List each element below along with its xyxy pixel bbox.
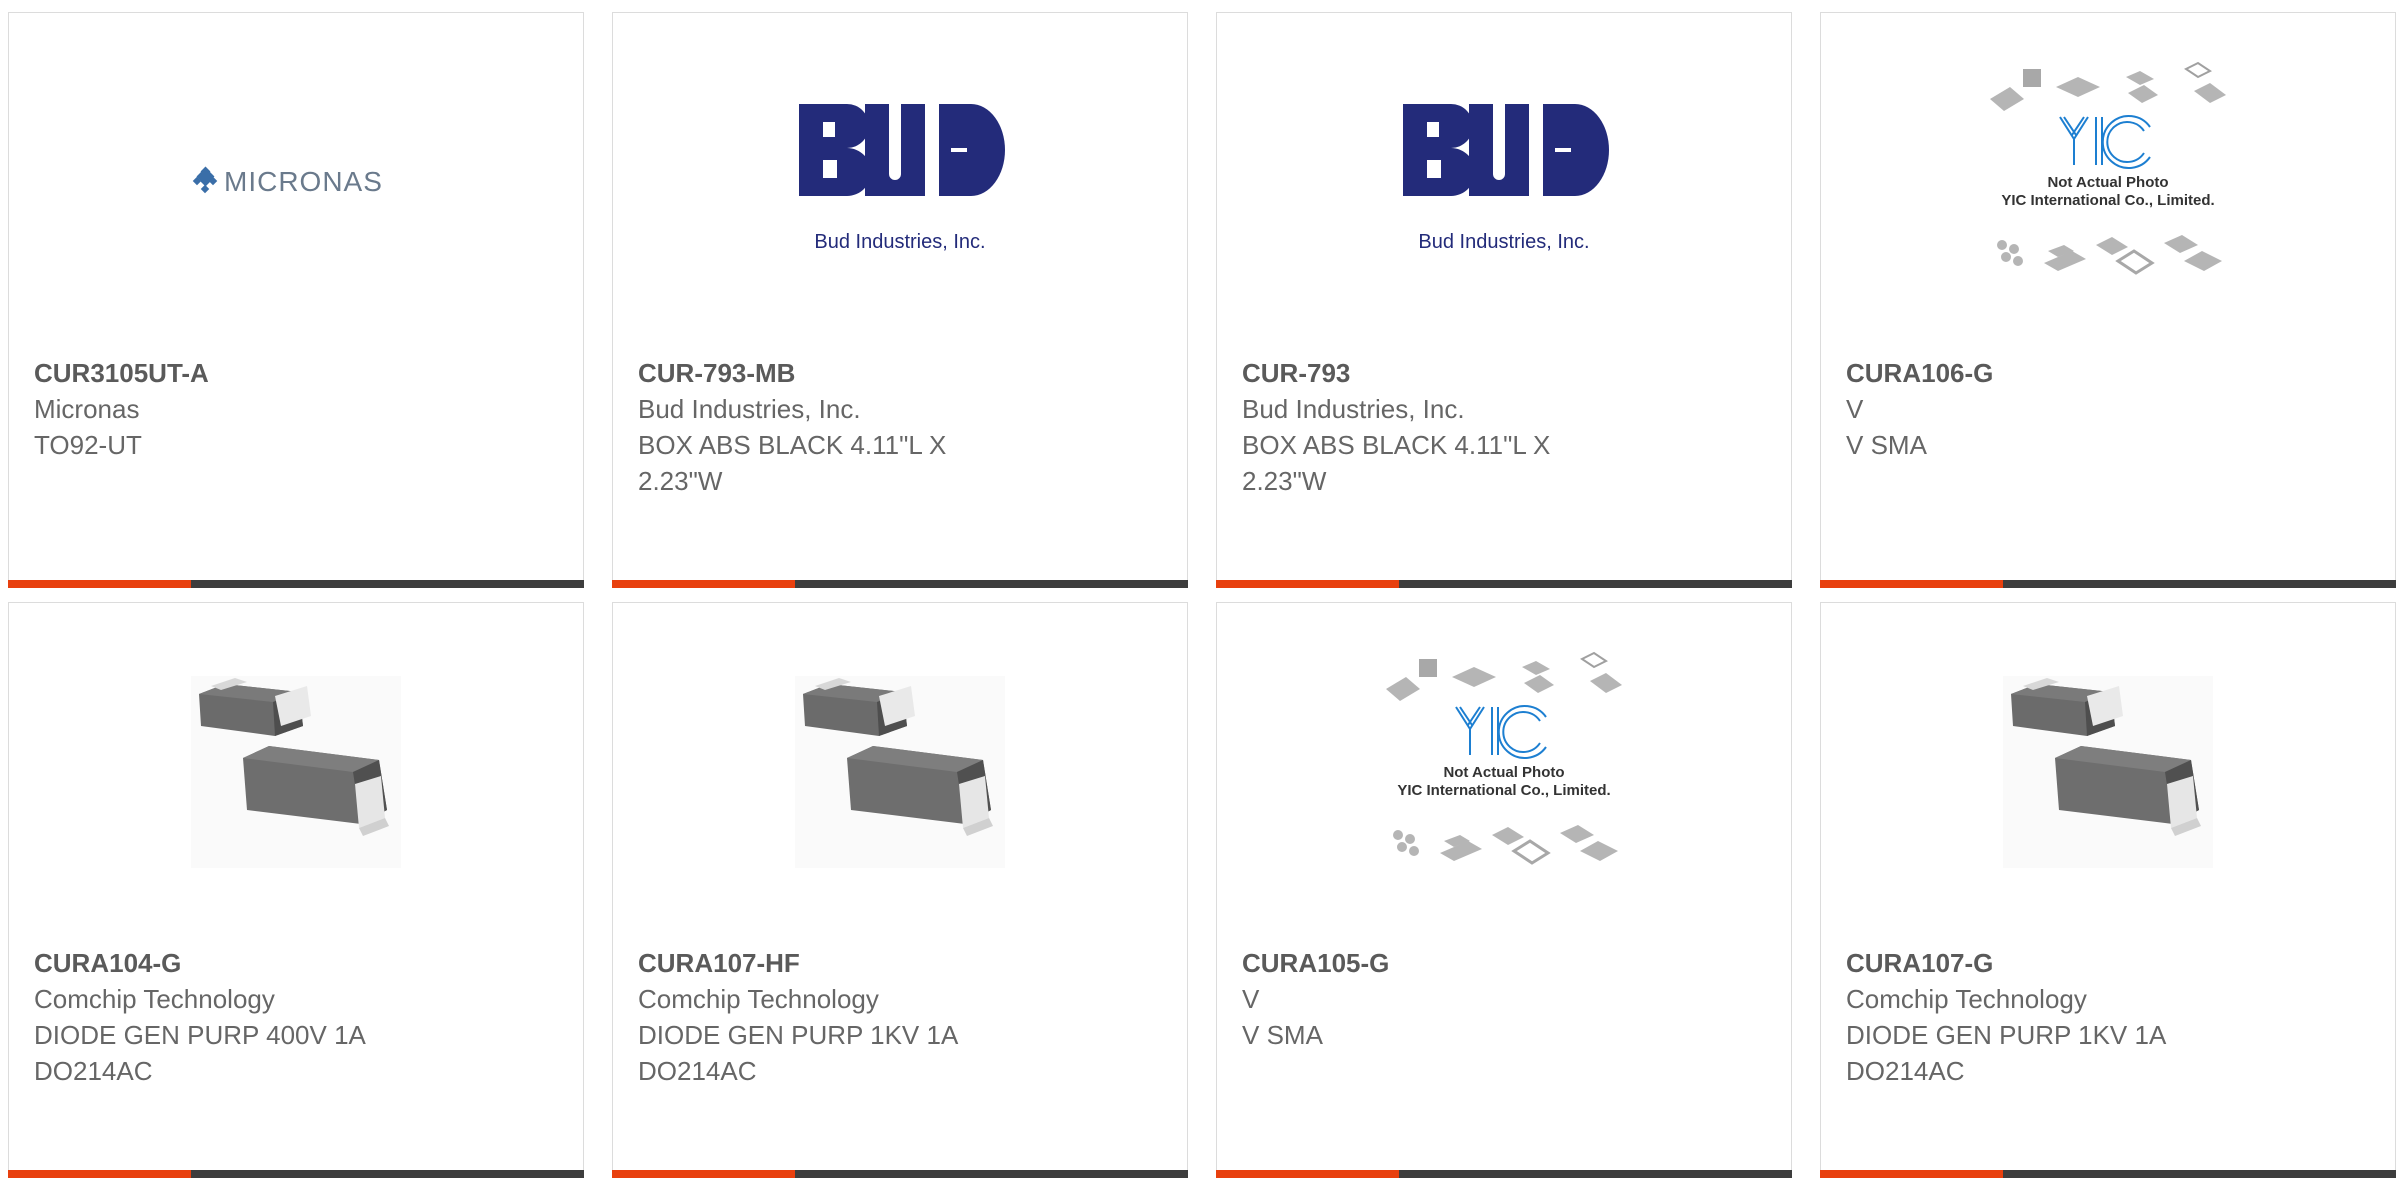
- product-card[interactable]: CURA104-G Comchip Technology DIODE GEN P…: [8, 602, 584, 1178]
- product-image[interactable]: MICRONAS: [9, 13, 583, 351]
- micronas-logo-text: MICRONAS: [224, 166, 383, 197]
- manufacturer: Comchip Technology: [638, 984, 879, 1014]
- bud-logo-text: Bud Industries, Inc.: [1418, 231, 1589, 253]
- part-number[interactable]: CURA107-G: [1846, 945, 2370, 981]
- diode-photo-icon: [191, 676, 401, 868]
- card-bottom-bar: [612, 580, 1188, 588]
- description: V SMA: [1846, 430, 1927, 460]
- diode-photo-icon: [2003, 676, 2213, 868]
- manufacturer: Bud Industries, Inc.: [1242, 394, 1465, 424]
- yic-caption: Not Actual Photo: [1443, 764, 1564, 781]
- micronas-logo-icon: MICRONAS: [192, 166, 383, 197]
- manufacturer: Bud Industries, Inc.: [638, 394, 861, 424]
- card-bottom-bar: [612, 1170, 1188, 1178]
- part-number[interactable]: CURA107-HF: [638, 945, 1162, 981]
- part-number[interactable]: CURA104-G: [34, 945, 558, 981]
- part-number[interactable]: CUR-793: [1242, 355, 1766, 391]
- product-card[interactable]: Bud Industries, Inc. CUR-793 Bud Industr…: [1216, 12, 1792, 588]
- product-card[interactable]: MICRONAS CUR3105UT-A Micronas TO92-UT: [8, 12, 584, 588]
- part-number[interactable]: CUR3105UT-A: [34, 355, 558, 391]
- product-image[interactable]: Not Actual Photo YIC International Co., …: [1217, 603, 1791, 941]
- manufacturer: Micronas: [34, 394, 140, 424]
- yic-company: YIC International Co., Limited.: [2001, 192, 2214, 209]
- bud-logo-icon: Bud Industries, Inc.: [799, 104, 1005, 253]
- bud-logo-icon: Bud Industries, Inc.: [1403, 104, 1609, 253]
- product-card[interactable]: Not Actual Photo YIC International Co., …: [1216, 602, 1792, 1178]
- yic-placeholder-icon: Not Actual Photo YIC International Co., …: [1386, 651, 1622, 865]
- yic-company: YIC International Co., Limited.: [1397, 782, 1610, 799]
- card-bottom-bar: [1820, 1170, 2396, 1178]
- product-grid: MICRONAS CUR3105UT-A Micronas TO92-UT Bu…: [0, 0, 2400, 1178]
- product-image[interactable]: Bud Industries, Inc.: [613, 13, 1187, 351]
- product-image[interactable]: [1821, 603, 2395, 941]
- product-image[interactable]: [613, 603, 1187, 941]
- description: DIODE GEN PURP 1KV 1A DO214AC: [638, 1020, 957, 1086]
- product-card[interactable]: Not Actual Photo YIC International Co., …: [1820, 12, 2396, 588]
- card-bottom-bar: [1216, 580, 1792, 588]
- description: TO92-UT: [34, 430, 142, 460]
- card-bottom-bar: [8, 1170, 584, 1178]
- card-bottom-bar: [1216, 1170, 1792, 1178]
- part-number[interactable]: CURA105-G: [1242, 945, 1766, 981]
- product-image[interactable]: Not Actual Photo YIC International Co., …: [1821, 13, 2395, 351]
- yic-placeholder-icon: Not Actual Photo YIC International Co., …: [1990, 61, 2226, 275]
- product-image[interactable]: [9, 603, 583, 941]
- description: BOX ABS BLACK 4.11"L X 2.23"W: [638, 430, 947, 496]
- card-bottom-bar: [1820, 580, 2396, 588]
- manufacturer: Comchip Technology: [34, 984, 275, 1014]
- manufacturer: Comchip Technology: [1846, 984, 2087, 1014]
- description: DIODE GEN PURP 1KV 1A DO214AC: [1846, 1020, 2165, 1086]
- manufacturer: V: [1242, 984, 1260, 1014]
- product-card[interactable]: CURA107-G Comchip Technology DIODE GEN P…: [1820, 602, 2396, 1178]
- yic-caption: Not Actual Photo: [2047, 174, 2168, 191]
- part-number[interactable]: CUR-793-MB: [638, 355, 1162, 391]
- product-card[interactable]: CURA107-HF Comchip Technology DIODE GEN …: [612, 602, 1188, 1178]
- description: DIODE GEN PURP 400V 1A DO214AC: [34, 1020, 365, 1086]
- product-image[interactable]: Bud Industries, Inc.: [1217, 13, 1791, 351]
- diode-photo-icon: [795, 676, 1005, 868]
- part-number[interactable]: CURA106-G: [1846, 355, 2370, 391]
- manufacturer: V: [1846, 394, 1864, 424]
- bud-logo-text: Bud Industries, Inc.: [814, 231, 985, 253]
- description: BOX ABS BLACK 4.11"L X 2.23"W: [1242, 430, 1551, 496]
- description: V SMA: [1242, 1020, 1323, 1050]
- product-card[interactable]: Bud Industries, Inc. CUR-793-MB Bud Indu…: [612, 12, 1188, 588]
- card-bottom-bar: [8, 580, 584, 588]
